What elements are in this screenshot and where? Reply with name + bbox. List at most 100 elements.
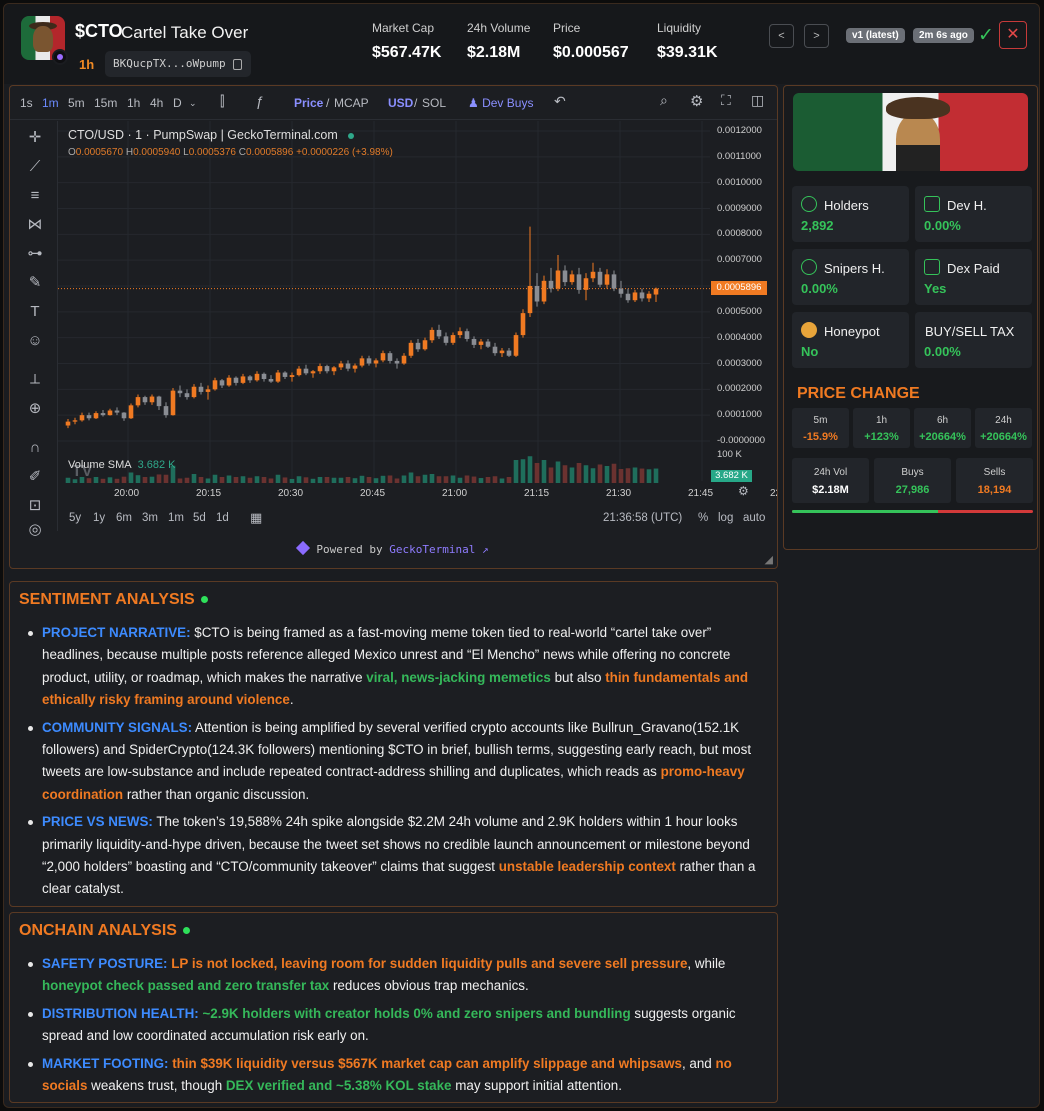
contract-address-copy[interactable]: BKQucpTX...oWpump [105,51,251,77]
dex-icon [924,259,940,275]
calendar-icon[interactable]: ▦ [250,510,262,526]
ruler-icon[interactable]: ⟂ [26,371,44,389]
geckoterminal-logo-icon [296,540,311,556]
range-1m[interactable]: 1m [168,512,184,524]
interval-1m[interactable]: 1m [42,96,59,110]
candle-body [170,390,176,416]
auto-scale-toggle[interactable]: auto [743,512,765,524]
card-label: Holders [824,198,869,213]
token-ticker: $CTO [75,21,123,41]
crosshair-icon[interactable]: ✛ [26,129,44,147]
candle-body [457,331,463,336]
volume-bar [548,467,554,483]
lock-drawings-icon[interactable]: ✐ [26,468,44,486]
x-tick-label: 20:30 [278,488,304,499]
volume-bar [254,476,260,483]
stat-value: $39.31K [657,44,718,61]
volume-bar [639,468,645,483]
interval-1h[interactable]: 1h [127,96,140,110]
toggle-separator: / [414,96,418,110]
volume-tag: 3.682 K [711,470,752,482]
undo-icon[interactable]: ↶ [554,93,566,110]
volume-bar [401,475,407,483]
item-key: DISTRIBUTION HEALTH: [42,1005,199,1021]
card-label: Dev H. [947,198,987,213]
text-tool-icon[interactable]: T [26,303,44,321]
candle-body [548,280,554,289]
powered-by[interactable]: Powered by GeckoTerminal ↗ [10,540,777,556]
pc-label: 5m [813,415,828,426]
range-1d[interactable]: 1d [216,512,229,524]
copy-icon[interactable] [233,59,242,70]
close-button[interactable]: ✕ [999,21,1027,49]
volume-bar [317,477,323,483]
interval-4h[interactable]: 4h [150,96,163,110]
pc-label: 1h [875,415,888,426]
candle-body [338,363,344,368]
candlestick-chart[interactable]: TV [58,121,710,486]
emoji-icon[interactable]: ☺ [26,332,44,350]
brush-icon[interactable]: ✎ [26,274,44,292]
chart-legend: CTO/USD · 1 · PumpSwap | GeckoTerminal.c… [68,128,354,142]
vs-value: 18,194 [977,484,1012,496]
card-value: Yes [924,281,947,296]
candle-body [366,358,372,364]
range-5y[interactable]: 5y [69,512,81,524]
pattern-icon[interactable]: ⋈ [26,216,44,234]
horizontal-lines-icon[interactable]: ≡ [26,187,44,205]
volume-bar [583,465,589,483]
next-version-button[interactable]: > [804,24,829,48]
indicators-icon[interactable]: ƒ [256,93,264,109]
magnet-icon[interactable]: ∩ [26,439,44,457]
pc-value: -15.9% [803,431,838,443]
sentiment-item: PROJECT NARRATIVE: $CTO is being framed … [24,622,764,712]
ohlc-key-h: H [125,147,134,158]
candle-type-icon[interactable]: ⫿ [220,93,224,110]
stat-price: Price $0.000567 [553,21,629,62]
vs-value: $2.18M [812,484,849,496]
sentiment-list: PROJECT NARRATIVE: $CTO is being framed … [24,622,764,906]
range-1y[interactable]: 1y [93,512,105,524]
token-name: Cartel Take Over [121,23,249,42]
chevron-down-icon[interactable]: ⌄ [189,98,197,109]
x-tick-label: 22:00 [770,488,777,499]
price-axis[interactable]: 0.0012000 0.0011000 0.0010000 0.0009000 0.00… [710,121,777,491]
zoom-in-icon[interactable]: ⊕ [26,400,44,418]
fib-icon[interactable]: ⊶ [26,245,44,263]
interval-15m[interactable]: 15m [94,96,117,110]
time-axis[interactable]: 20:00 20:15 20:30 20:45 21:00 21:15 21:30 21:45… [58,486,777,502]
range-6m[interactable]: 6m [116,512,132,524]
log-scale-toggle[interactable]: log [718,512,733,524]
candle-body [345,363,351,369]
volume-bar [191,474,197,483]
dev-buys-toggle[interactable]: ♟ Dev Buys [468,96,533,110]
interval-5m[interactable]: 5m [68,96,85,110]
interval-d[interactable]: D [173,96,182,110]
percent-scale-toggle[interactable]: % [698,512,708,524]
item-key: SAFETY POSTURE: [42,956,168,971]
prev-version-button[interactable]: < [769,24,794,48]
toggle-mcap[interactable]: MCAP [334,96,369,110]
candle-body [492,346,498,354]
trend-line-icon[interactable]: ⟋ [26,158,44,176]
toggle-sol[interactable]: SOL [422,96,446,110]
range-3m[interactable]: 3m [142,512,158,524]
candle-body [590,271,596,279]
fullscreen-icon[interactable]: ⛶ [721,92,731,109]
volume-bar [604,466,610,483]
card-honeypot: Honeypot No [792,312,909,368]
camera-screenshot-icon[interactable]: ◫ [751,92,764,109]
range-5d[interactable]: 5d [193,512,206,524]
toggle-price[interactable]: Price [294,96,323,110]
item-key: MARKET FOOTING: [42,1055,169,1071]
settings-gear-icon[interactable]: ⚙ [690,92,703,110]
volume-bar [457,477,463,483]
zoom-search-icon[interactable]: ⌕ [660,92,668,109]
axis-settings-icon[interactable]: ⚙ [738,484,749,498]
card-dev-holdings: Dev H. 0.00% [915,186,1032,242]
candle-body [184,393,190,398]
resize-handle-icon[interactable]: ◢ [765,553,773,566]
candle-body [541,280,547,302]
interval-1s[interactable]: 1s [20,96,33,110]
toggle-usd[interactable]: USD [388,96,413,110]
